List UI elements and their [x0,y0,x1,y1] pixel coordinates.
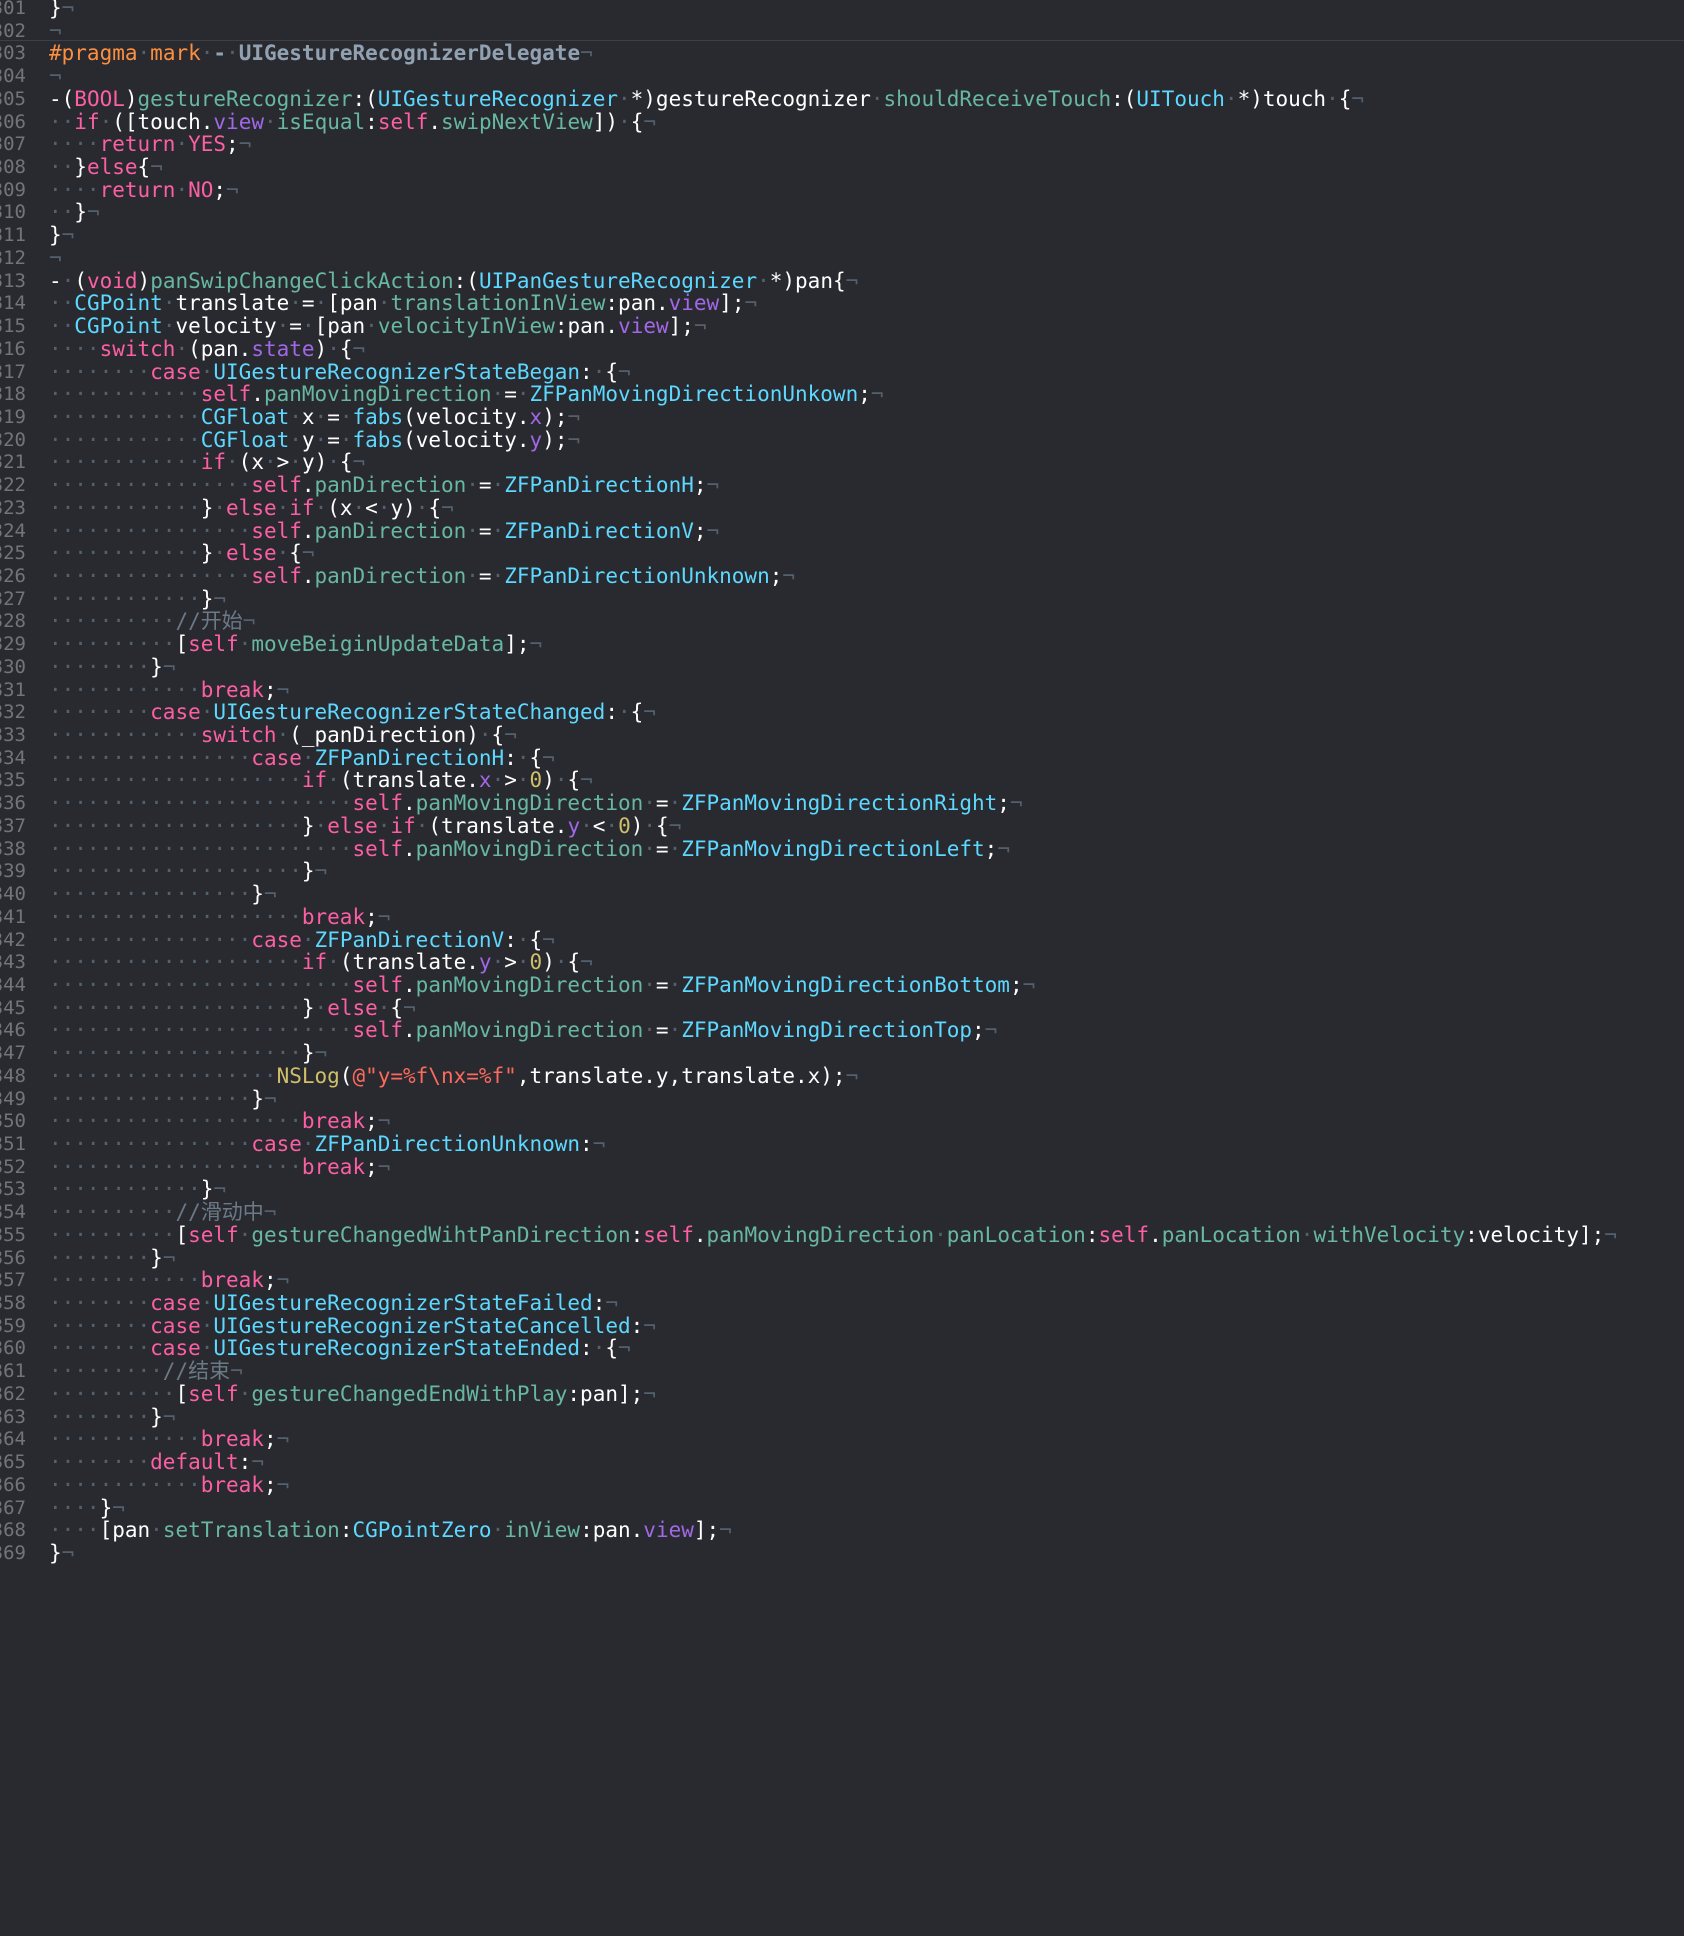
code-editor[interactable]: 301}¬302¬303#pragma·mark·-·UIGestureReco… [0,0,1684,1936]
invisible-char: ¬ [61,1540,75,1565]
line-number: 369 [0,1541,26,1564]
code-token: } [49,1540,62,1565]
line-code: }¬ [49,1539,74,1567]
code-line[interactable]: 369}¬ [0,1539,1684,1567]
